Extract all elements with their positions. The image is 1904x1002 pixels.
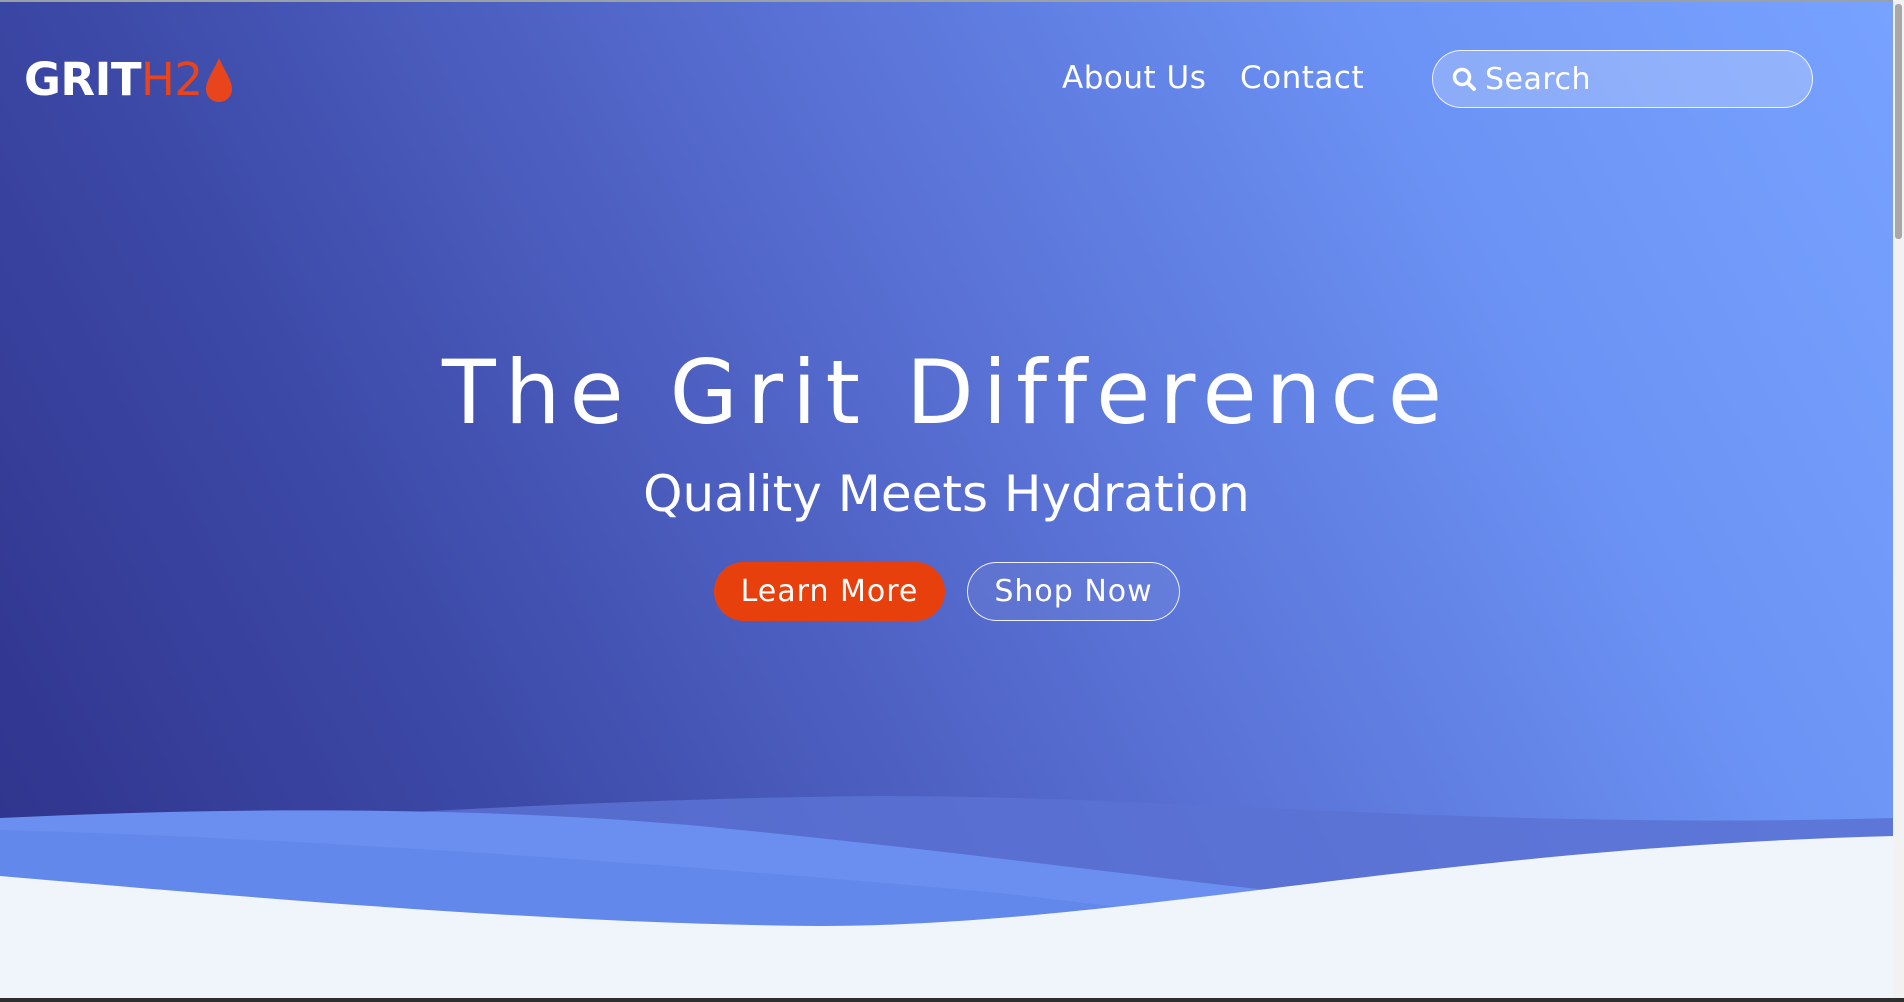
hero-wave-decoration xyxy=(0,796,1893,998)
hero-subheadline: Quality Meets Hydration xyxy=(643,465,1250,523)
page-viewport: GRIT H2 About Us Contact The Grit Differ… xyxy=(0,0,1893,998)
window-bottom-border xyxy=(0,998,1904,1002)
logo-text-accent: H2 xyxy=(141,53,203,106)
scrollbar-thumb[interactable] xyxy=(1895,4,1902,239)
search-box[interactable] xyxy=(1432,50,1813,108)
nav-link-contact[interactable]: Contact xyxy=(1240,58,1364,98)
brand-logo[interactable]: GRIT H2 xyxy=(24,52,234,108)
hero-section: GRIT H2 About Us Contact The Grit Differ… xyxy=(0,2,1893,998)
logo-text-primary: GRIT xyxy=(24,53,142,106)
water-drop-icon xyxy=(205,58,232,102)
nav-link-about-us[interactable]: About Us xyxy=(1062,58,1206,98)
search-input[interactable] xyxy=(1485,54,1805,104)
search-icon xyxy=(1452,67,1476,91)
window-top-border xyxy=(0,0,1904,2)
hero-headline: The Grit Difference xyxy=(442,341,1451,444)
vertical-scrollbar[interactable] xyxy=(1893,0,1904,1002)
learn-more-button[interactable]: Learn More xyxy=(714,562,945,621)
shop-now-button[interactable]: Shop Now xyxy=(967,562,1180,621)
